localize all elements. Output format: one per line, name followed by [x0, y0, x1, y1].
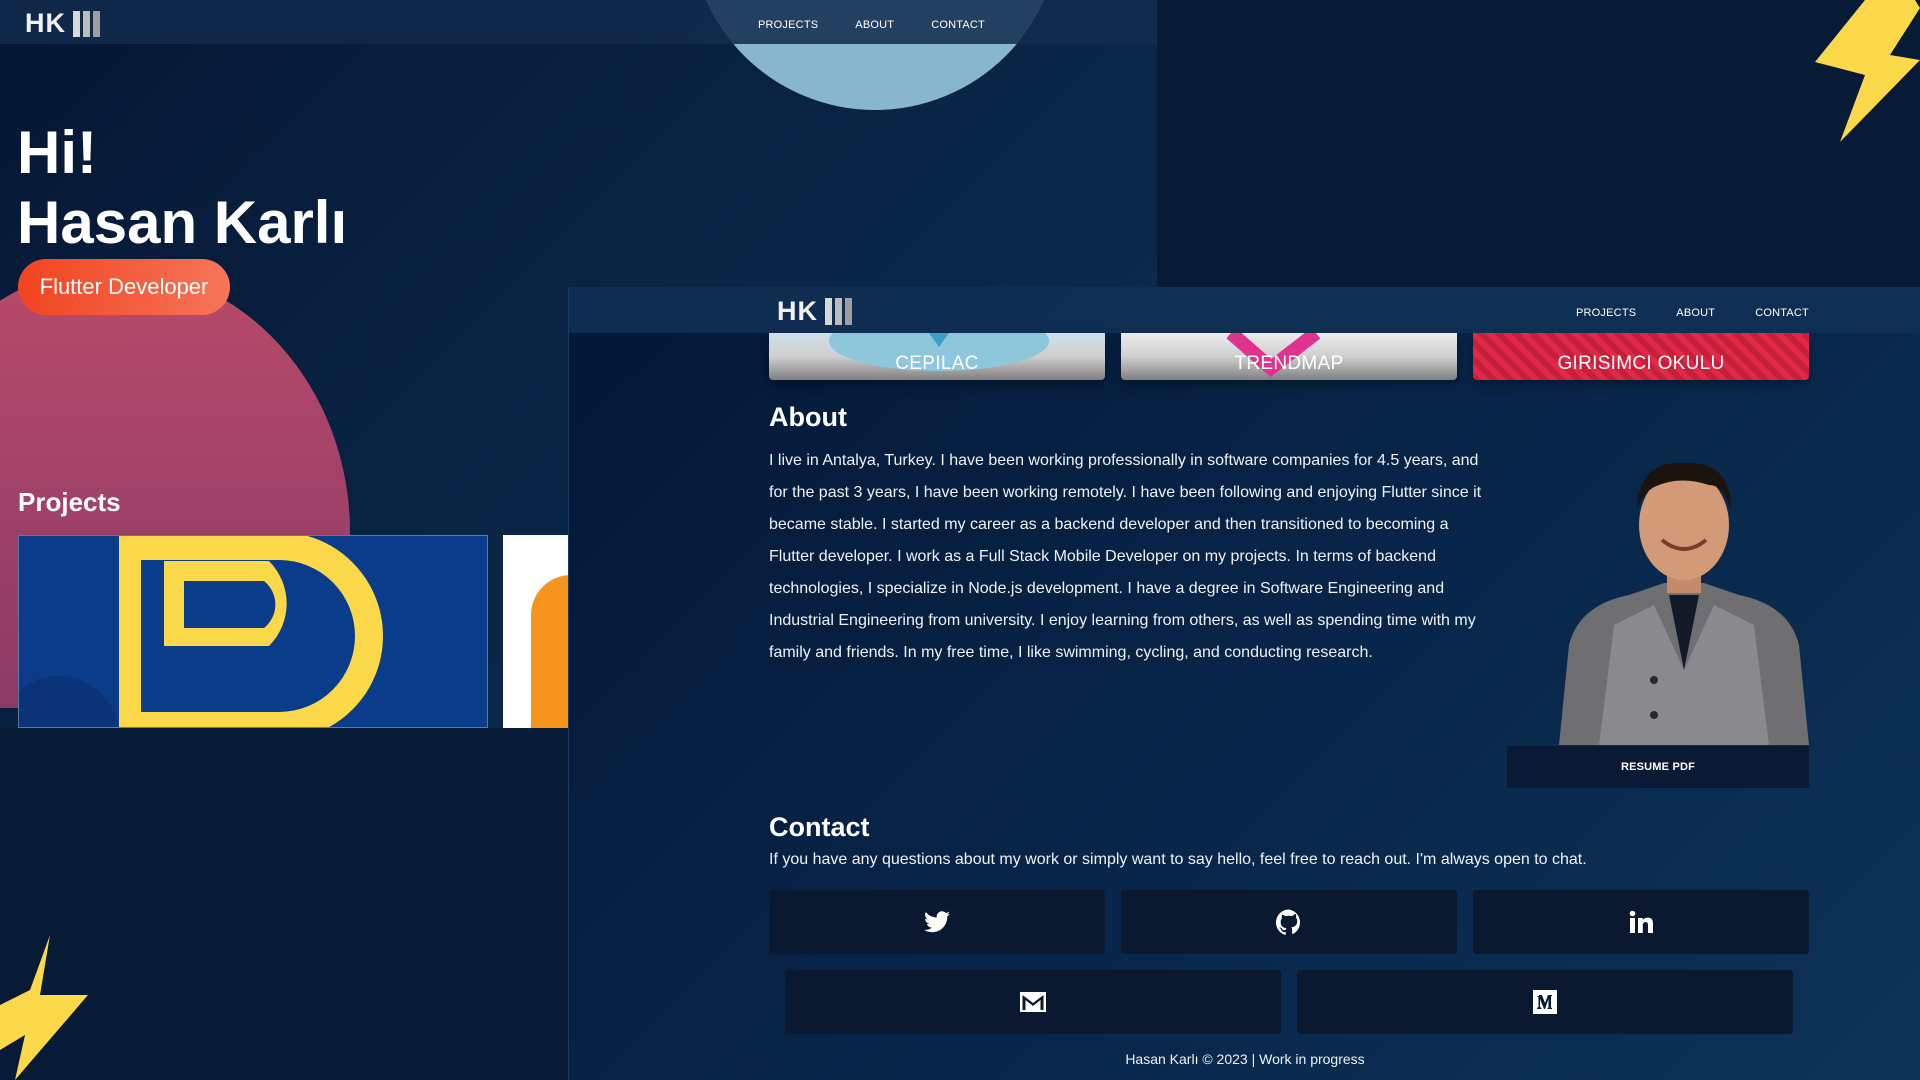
- project-card-label: CEPILAC: [895, 353, 979, 374]
- project-cards: CEPILAC TRENDMAP GIRISIMCI OKULU: [769, 333, 1809, 380]
- logo-text: HK: [25, 8, 66, 38]
- top-navbar: HK PROJECTS ABOUT CONTACT: [569, 287, 1920, 333]
- project-card-logo[interactable]: [18, 535, 488, 728]
- twitter-button[interactable]: [769, 890, 1105, 954]
- medium-button[interactable]: [1297, 970, 1793, 1034]
- logo-bars-icon: [825, 298, 852, 325]
- lightning-bolt-icon: [0, 935, 88, 1080]
- about-heading: About: [769, 402, 847, 432]
- logo-bars-icon: [73, 10, 100, 37]
- medium-icon: [1533, 990, 1557, 1014]
- nav-links: PROJECTS ABOUT CONTACT: [758, 19, 985, 31]
- email-button[interactable]: [785, 970, 1281, 1034]
- projects-heading: Projects: [18, 487, 121, 517]
- github-button[interactable]: [1121, 890, 1457, 954]
- linkedin-icon: [1629, 910, 1653, 933]
- contact-paragraph: If you have any questions about my work …: [769, 851, 1587, 868]
- mail-icon: [1020, 992, 1046, 1012]
- nav-contact-link[interactable]: CONTACT: [931, 19, 985, 31]
- nav-projects-link[interactable]: PROJECTS: [1576, 307, 1636, 319]
- project-card-partial[interactable]: [503, 535, 573, 728]
- project-logo-icon: [19, 536, 383, 727]
- site-logo[interactable]: HK: [25, 8, 100, 39]
- hero-name: Hasan Karlı: [17, 189, 348, 256]
- project-card-label: GIRISIMCI OKULU: [1557, 353, 1725, 374]
- project-card-trendmap[interactable]: TRENDMAP: [1121, 333, 1457, 380]
- contact-heading: Contact: [769, 812, 870, 842]
- project-logo-partial: [531, 575, 573, 728]
- resume-pdf-button[interactable]: RESUME PDF: [1507, 746, 1809, 788]
- github-icon: [1276, 909, 1300, 935]
- about-paragraph: I live in Antalya, Turkey. I have been w…: [769, 452, 1482, 661]
- hero-heading: Hi! Hasan Karlı: [17, 118, 347, 258]
- foreground-page-window: HK PROJECTS ABOUT CONTACT CEPILAC TRENDM…: [568, 287, 1920, 1080]
- project-card-label: TRENDMAP: [1234, 353, 1344, 374]
- nav-links: PROJECTS ABOUT CONTACT: [1576, 307, 1809, 319]
- top-navbar: HK PROJECTS ABOUT CONTACT: [0, 0, 1157, 44]
- lightning-bolt-icon: [1815, 0, 1920, 142]
- site-logo[interactable]: HK: [777, 296, 852, 327]
- profile-photo: [1559, 462, 1809, 745]
- role-badge: Flutter Developer: [18, 259, 230, 315]
- hero-greeting: Hi!: [17, 119, 97, 186]
- logo-text: HK: [777, 296, 818, 326]
- twitter-icon: [924, 911, 950, 933]
- nav-contact-link[interactable]: CONTACT: [1755, 307, 1809, 319]
- site-footer: Hasan Karlı © 2023 | Work in progress: [1125, 1051, 1365, 1067]
- nav-projects-link[interactable]: PROJECTS: [758, 19, 818, 31]
- linkedin-button[interactable]: [1473, 890, 1809, 954]
- nav-about-link[interactable]: ABOUT: [855, 19, 894, 31]
- project-card-cepilac[interactable]: CEPILAC: [769, 333, 1105, 380]
- nav-about-link[interactable]: ABOUT: [1676, 307, 1715, 319]
- project-card-girisimci-okulu[interactable]: GIRISIMCI OKULU: [1473, 333, 1809, 380]
